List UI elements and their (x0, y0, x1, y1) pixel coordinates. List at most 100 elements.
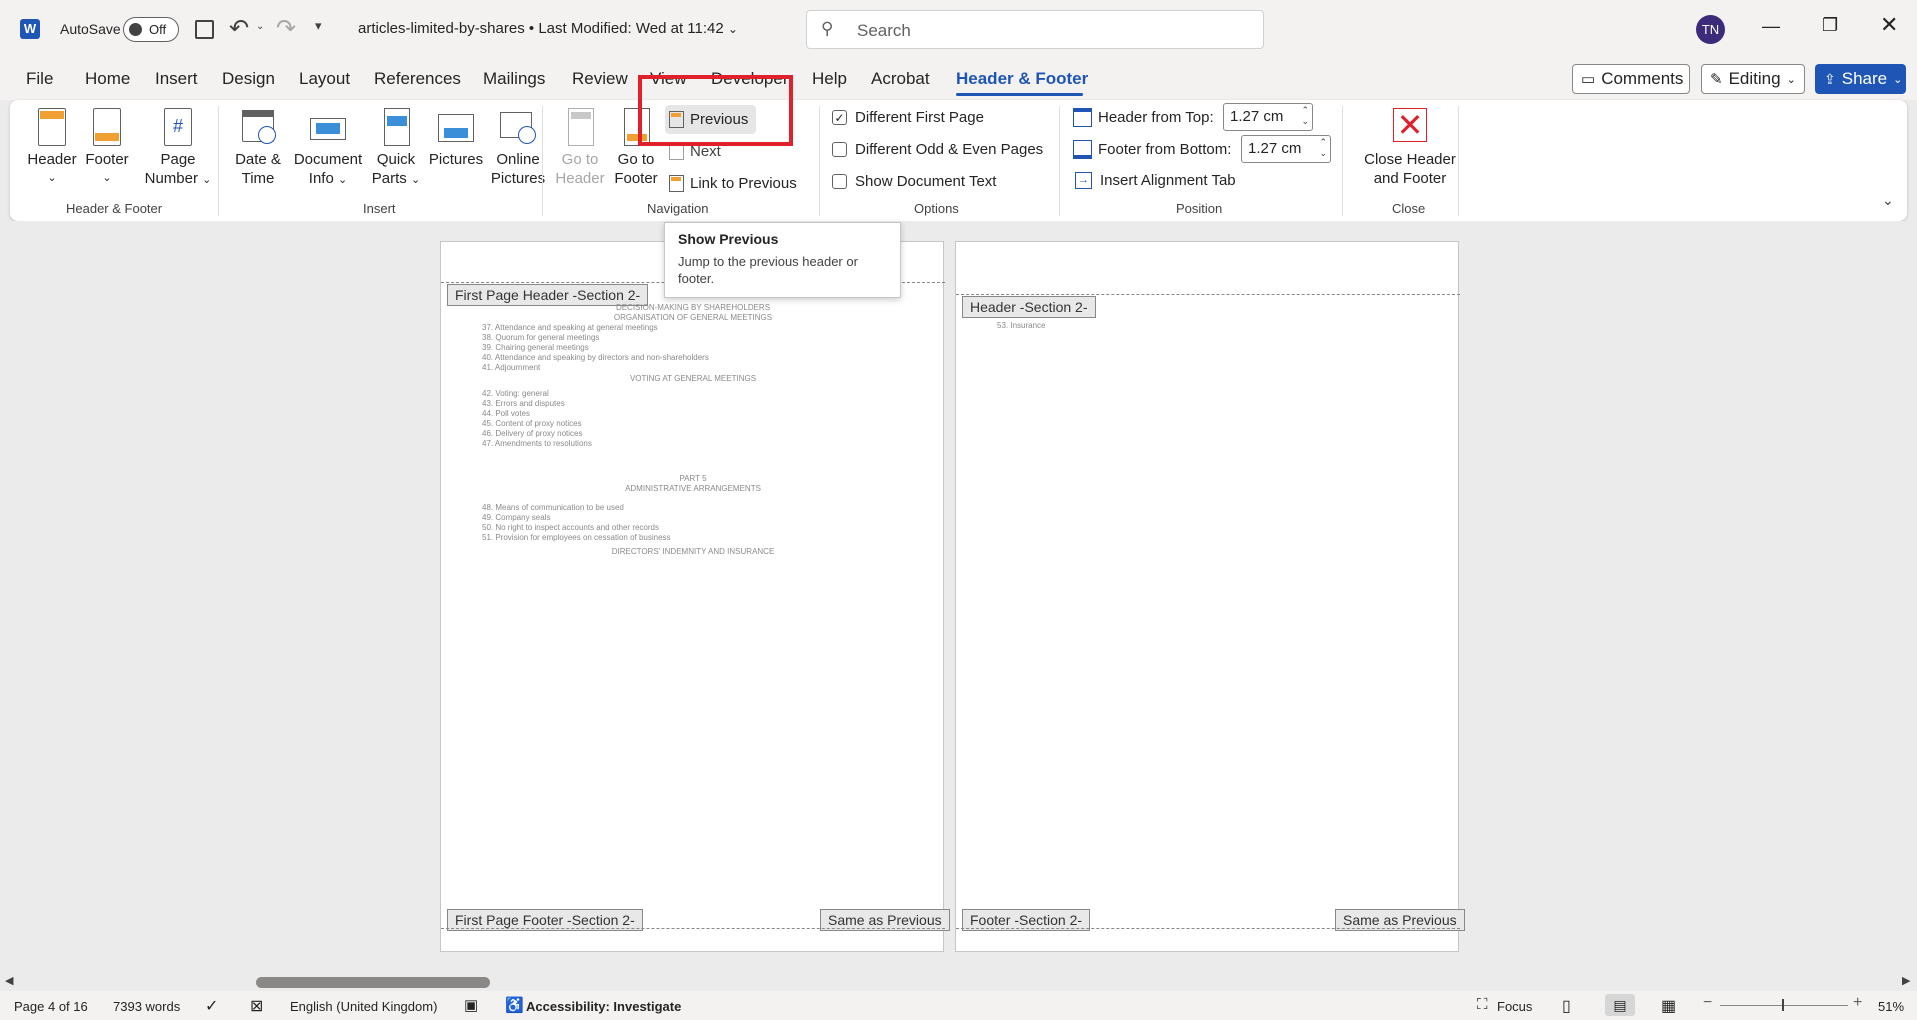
scrollbar-thumb[interactable] (256, 977, 490, 988)
comments-label: Comments (1601, 69, 1684, 88)
doc-line: 47. Amendments to resolutions (482, 439, 592, 448)
date-time-button[interactable]: Date & Time (228, 106, 288, 188)
zoom-slider[interactable] (1720, 999, 1848, 1011)
show-document-text-label: Show Document Text (855, 173, 997, 190)
quick-parts-label-2: Parts ⌄ (371, 170, 421, 187)
tab-acrobat[interactable]: Acrobat (871, 69, 930, 89)
highlight-box (638, 75, 793, 146)
tab-design[interactable]: Design (222, 69, 275, 89)
horizontal-scrollbar[interactable]: ◀ ▶ (0, 973, 1917, 991)
search-box[interactable]: ⚲ Search (806, 10, 1264, 49)
comments-button[interactable]: ▭ Comments (1572, 64, 1690, 94)
quick-parts-button[interactable]: Quick Parts ⌄ (368, 106, 424, 190)
tab-home[interactable]: Home (85, 69, 130, 89)
focus-button[interactable]: Focus (1497, 999, 1532, 1014)
document-page-2[interactable]: Header -Section 2- 53. Insurance Footer … (955, 241, 1465, 952)
online-pictures-button[interactable]: Online Pictures (488, 106, 548, 188)
footer-button[interactable]: Footer ⌄ (82, 106, 132, 188)
restore-icon[interactable]: ❐ (1822, 15, 1838, 36)
redo-icon[interactable]: ↷ (276, 14, 296, 43)
doc-heading: VOTING AT GENERAL MEETINGS (629, 374, 757, 383)
customize-qat-icon[interactable]: ▾ (315, 18, 322, 34)
show-document-text-checkbox[interactable]: Show Document Text (832, 173, 996, 190)
link-to-previous-button[interactable]: Link to Previous (669, 171, 797, 195)
accessibility-icon: ♿ (505, 997, 524, 1014)
doc-line: 45. Content of proxy notices (482, 419, 582, 428)
tab-layout[interactable]: Layout (299, 69, 350, 89)
proofing-icon[interactable]: ✓ (205, 996, 218, 1016)
different-odd-even-checkbox[interactable]: Different Odd & Even Pages (832, 141, 1043, 158)
spin-up-icon[interactable]: ⌃ (1301, 105, 1309, 116)
zoom-slider-thumb[interactable] (1782, 999, 1784, 1011)
editing-mode-button[interactable]: ✎ Editing ⌄ (1701, 64, 1805, 94)
group-separator (1342, 106, 1343, 216)
page-number-button[interactable]: # Page Number ⌄ (138, 106, 218, 190)
footer-position-icon (1073, 140, 1092, 159)
collapse-ribbon-icon[interactable]: ⌄ (1882, 192, 1894, 209)
word-logo-icon: W (20, 19, 40, 39)
header-button[interactable]: Header ⌄ (27, 106, 77, 188)
word-count[interactable]: 7393 words (113, 999, 180, 1014)
active-tab-indicator (956, 93, 1083, 96)
document-page-1[interactable]: First Page Header -Section 2- DECISION-M… (440, 241, 950, 952)
page-count[interactable]: Page 4 of 16 (14, 999, 88, 1014)
spin-down-icon[interactable]: ⌄ (1301, 116, 1309, 127)
macro-icon[interactable]: ▣ (464, 996, 478, 1014)
document-title[interactable]: articles-limited-by-shares • Last Modifi… (358, 20, 738, 37)
share-button[interactable]: ⇪ Share ⌄ (1815, 64, 1906, 94)
tab-mailings[interactable]: Mailings (483, 69, 545, 89)
status-bar: Page 4 of 16 7393 words ✓ ⊠ English (Uni… (0, 991, 1917, 1020)
scroll-left-icon[interactable]: ◀ (5, 974, 13, 987)
focus-icon: ⛶ (1477, 996, 1488, 1013)
tab-file[interactable]: File (26, 69, 53, 89)
date-time-label-1: Date & (235, 151, 281, 168)
close-header-footer-button[interactable]: ✕ Close Header and Footer (1350, 106, 1470, 188)
document-canvas: First Page Header -Section 2- DECISION-M… (0, 221, 1917, 973)
header-from-top-input[interactable]: 1.27 cm ⌃ ⌄ (1223, 103, 1313, 131)
different-first-page-checkbox[interactable]: ✓ Different First Page (832, 109, 984, 126)
undo-icon[interactable]: ↶ (229, 14, 249, 43)
tab-review[interactable]: Review (572, 69, 628, 89)
tab-header-footer[interactable]: Header & Footer (956, 69, 1088, 89)
group-label-header-footer: Header & Footer (66, 201, 163, 216)
doc-line: 44. Poll votes (482, 409, 531, 418)
spin-down-icon[interactable]: ⌄ (1319, 148, 1327, 159)
zoom-out-icon[interactable]: − (1703, 994, 1712, 1012)
save-icon[interactable] (195, 20, 214, 39)
pictures-button[interactable]: Pictures (426, 106, 486, 169)
footer-icon (87, 106, 127, 148)
tab-help[interactable]: Help (812, 69, 847, 89)
web-layout-icon[interactable]: ▦ (1661, 996, 1676, 1016)
go-to-header-button[interactable]: Go to Header (550, 106, 610, 188)
autosave-toggle[interactable]: Off (123, 17, 179, 42)
text-predictions-icon[interactable]: ⊠ (250, 996, 263, 1016)
tab-references[interactable]: References (374, 69, 461, 89)
doc-line: 49. Company seals (482, 513, 551, 522)
spin-up-icon[interactable]: ⌃ (1319, 137, 1327, 148)
doc-line: 42. Voting: general (482, 389, 549, 398)
avatar[interactable]: TN (1696, 15, 1725, 44)
print-layout-icon[interactable]: ▤ (1605, 994, 1635, 1016)
close-red-x-icon: ✕ (1390, 106, 1430, 148)
tab-insert[interactable]: Insert (155, 69, 198, 89)
undo-dropdown-icon[interactable]: ⌄ (256, 21, 264, 32)
insert-alignment-tab-button[interactable]: → Insert Alignment Tab (1075, 172, 1236, 189)
zoom-in-icon[interactable]: + (1853, 994, 1862, 1012)
footer-from-bottom-input[interactable]: 1.27 cm ⌃ ⌄ (1241, 135, 1331, 163)
online-pictures-icon (498, 106, 538, 148)
zoom-level[interactable]: 51% (1878, 999, 1904, 1014)
doc-heading: ADMINISTRATIVE ARRANGEMENTS (625, 484, 761, 493)
accessibility-status[interactable]: Accessibility: Investigate (526, 999, 681, 1014)
read-mode-icon[interactable]: ▯ (1562, 996, 1571, 1016)
language-status[interactable]: English (United Kingdom) (290, 999, 437, 1014)
close-window-icon[interactable]: ✕ (1880, 12, 1898, 38)
group-label-insert: Insert (363, 201, 396, 216)
doc-line: 43. Errors and disputes (482, 399, 565, 408)
scroll-right-icon[interactable]: ▶ (1902, 974, 1910, 987)
doc-line: 39. Chairing general meetings (482, 343, 589, 352)
last-modified-text: Last Modified: Wed at 11:42 (538, 20, 724, 37)
minimize-icon[interactable]: — (1762, 16, 1780, 37)
document-info-button[interactable]: Document Info ⌄ (290, 106, 366, 190)
pictures-label: Pictures (428, 151, 484, 168)
calendar-icon (238, 106, 278, 148)
